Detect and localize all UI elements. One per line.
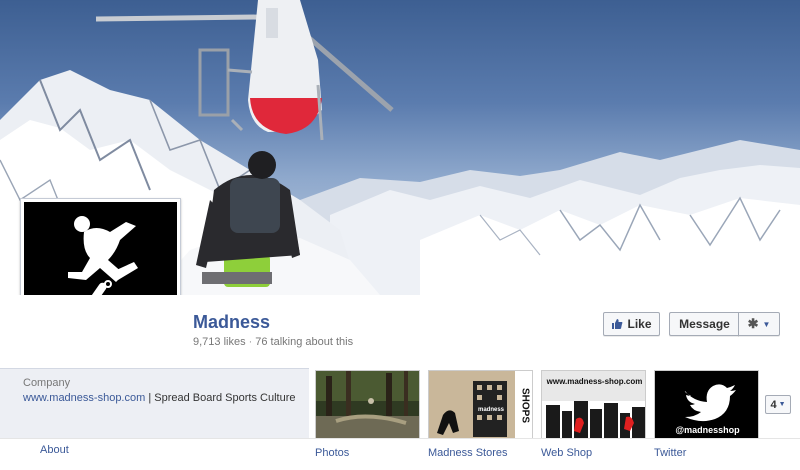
app-label-photos[interactable]: Photos [315,447,349,459]
thumbs-up-icon [612,319,623,329]
page-category: Company [23,377,71,389]
page-description: www.madness-shop.com | Spread Board Spor… [23,392,296,404]
tagline: | Spread Board Sports Culture [145,392,296,404]
stores-side-text: SHOPS [519,387,531,423]
app-label-web-shop[interactable]: Web Shop [541,447,592,459]
separator-dot: · [248,336,253,348]
photos-thumbnail [316,371,419,438]
settings-dropdown-button[interactable]: ✱ ▼ [738,312,780,336]
webshop-tile-text: www.madness-shop.com [546,377,643,386]
more-apps-count: 4 [770,398,777,411]
more-apps-button[interactable]: 4 ▼ [765,395,791,414]
page-title[interactable]: Madness [193,312,270,333]
app-tile-web-shop[interactable]: www.madness-shop.com [541,370,646,439]
likes-count[interactable]: 9,713 likes [193,336,246,348]
message-button[interactable]: Message [669,312,739,336]
app-tile-twitter[interactable]: @madnesshop [654,370,759,439]
stores-tile-text: madness [477,407,504,413]
message-label: Message [679,317,730,331]
divider [0,438,800,439]
app-label-madness-stores[interactable]: Madness Stores [428,447,507,459]
page-stats: 9,713 likes · 76 talking about this [193,336,353,348]
chevron-down-icon: ▼ [762,319,771,329]
talking-count: 76 talking about this [255,336,354,348]
app-tile-madness-stores[interactable]: madness SHOPS [428,370,533,439]
gear-icon: ✱ [747,316,759,331]
twitter-handle: @madnesshop [675,425,740,435]
about-link[interactable]: About [40,444,69,456]
app-tile-photos[interactable] [315,370,420,439]
app-label-twitter[interactable]: Twitter [654,447,686,459]
like-button[interactable]: Like [603,312,660,336]
like-label: Like [627,317,652,331]
website-link[interactable]: www.madness-shop.com [23,392,145,404]
chevron-down-icon: ▼ [778,401,786,408]
